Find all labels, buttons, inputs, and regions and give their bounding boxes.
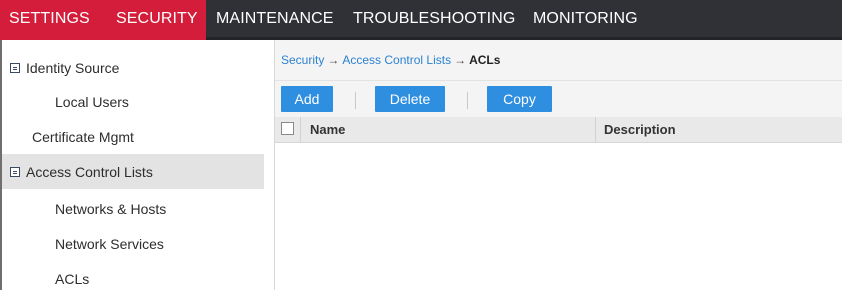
- sidebar-item-access-control-lists[interactable]: Access Control Lists: [2, 154, 264, 189]
- add-button[interactable]: Add: [281, 86, 333, 112]
- collapse-tree-icon[interactable]: [10, 166, 20, 177]
- toolbar-divider: [355, 92, 356, 109]
- select-all-checkbox[interactable]: [281, 122, 294, 135]
- toolbar-divider: [467, 92, 468, 109]
- copy-button[interactable]: Copy: [487, 86, 552, 112]
- breadcrumb-current-page: ACLs: [469, 53, 501, 67]
- sidebar-item-label: Certificate Mgmt: [32, 128, 134, 145]
- breadcrumb-access-control-lists[interactable]: Access Control Lists: [342, 53, 451, 67]
- main-content: Security → Access Control Lists → ACLs A…: [275, 40, 842, 290]
- breadcrumb: Security → Access Control Lists → ACLs: [275, 40, 842, 81]
- sidebar-item-identity-source[interactable]: Identity Source: [2, 50, 264, 85]
- nav-item-settings[interactable]: SETTINGS: [9, 10, 90, 28]
- sidebar-item-label: Identity Source: [26, 59, 120, 76]
- toolbar: Add Delete Copy: [275, 81, 842, 117]
- sidebar-item-local-users[interactable]: Local Users: [2, 84, 264, 119]
- nav-item-maintenance[interactable]: MAINTENANCE: [216, 10, 334, 28]
- column-header-name[interactable]: Name: [310, 122, 345, 137]
- collapse-tree-icon[interactable]: [10, 62, 20, 73]
- column-divider: [300, 117, 301, 142]
- sidebar-item-label: ACLs: [55, 270, 90, 287]
- sidebar-item-acls[interactable]: ACLs: [2, 261, 264, 296]
- column-header-description[interactable]: Description: [604, 122, 676, 137]
- sidebar-item-label: Networks & Hosts: [55, 200, 167, 217]
- sidebar-item-label: Network Services: [55, 235, 164, 252]
- sidebar-item-certificate-mgmt[interactable]: Certificate Mgmt: [2, 119, 264, 154]
- sidebar-tree: Identity Source Local Users Certificate …: [0, 40, 275, 290]
- column-divider[interactable]: [595, 117, 596, 142]
- nav-item-security[interactable]: SECURITY: [116, 10, 198, 28]
- top-navigation-bar: SETTINGS SECURITY MAINTENANCE TROUBLESHO…: [0, 0, 842, 40]
- acl-table-body: [275, 143, 842, 290]
- delete-button[interactable]: Delete: [375, 86, 445, 112]
- sidebar-item-networks-hosts[interactable]: Networks & Hosts: [2, 191, 264, 226]
- breadcrumb-security[interactable]: Security: [281, 53, 324, 67]
- nav-item-troubleshooting[interactable]: TROUBLESHOOTING: [353, 10, 515, 28]
- breadcrumb-separator: →: [454, 53, 467, 67]
- sidebar-item-label: Local Users: [55, 93, 129, 110]
- nav-item-monitoring[interactable]: MONITORING: [533, 10, 638, 28]
- acl-table-header: Name Description: [275, 117, 842, 143]
- breadcrumb-separator: →: [327, 53, 340, 67]
- sidebar-item-label: Access Control Lists: [26, 163, 153, 180]
- sidebar-item-network-services[interactable]: Network Services: [2, 226, 264, 261]
